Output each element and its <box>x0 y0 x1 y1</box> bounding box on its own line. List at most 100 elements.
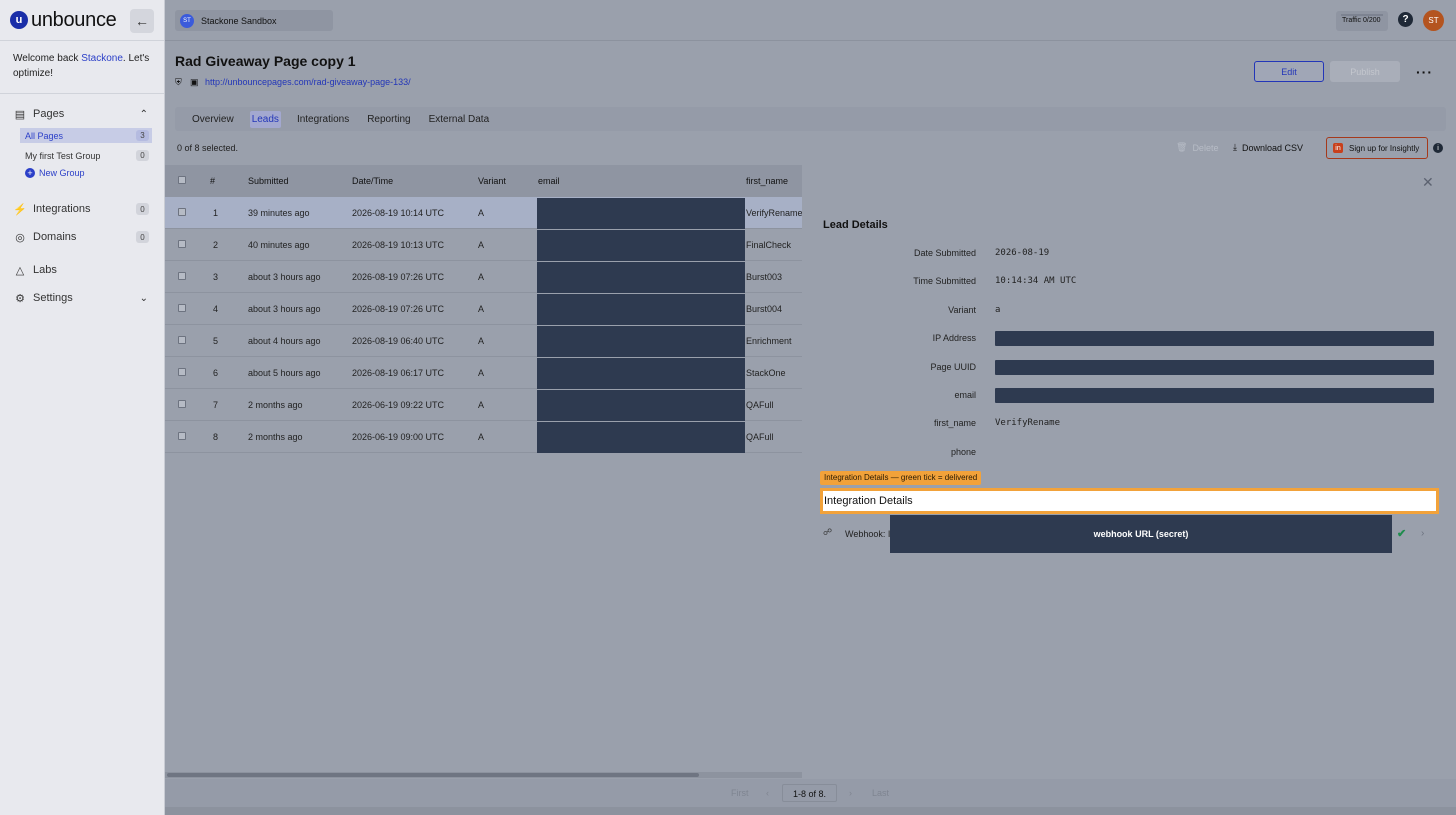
row-checkbox[interactable] <box>178 304 186 312</box>
next-page-button[interactable]: › <box>849 788 852 798</box>
chevron-right-icon[interactable]: › <box>1421 528 1424 539</box>
email-redacted <box>537 422 745 453</box>
row-first-name: Burst004 <box>746 304 783 314</box>
row-variant: A <box>478 336 485 346</box>
welcome-name: Stackone <box>81 53 123 64</box>
first-page-button[interactable]: First <box>731 788 749 798</box>
new-group-button[interactable]: + New Group <box>25 166 164 180</box>
horizontal-scrollbar[interactable] <box>165 772 802 778</box>
more-options-icon[interactable]: ··· <box>1416 64 1433 80</box>
sidebar-item-labs[interactable]: △ Labs <box>0 256 164 284</box>
traffic-label: Traffic <box>1342 17 1362 24</box>
help-icon[interactable]: ? <box>1398 12 1413 27</box>
sidebar-item-pages[interactable]: ▤ Pages ⌃ <box>0 100 164 128</box>
lead-field: Time Submitted 10:14:34 AM UTC <box>823 274 1434 289</box>
tab-integrations[interactable]: Integrations <box>295 111 351 128</box>
lead-field-label: Time Submitted <box>913 276 976 286</box>
scrollbar-thumb[interactable] <box>167 773 699 777</box>
group-label: All Pages <box>25 130 64 141</box>
lead-field-value: a <box>995 305 1001 315</box>
lead-field-redacted <box>995 388 1434 403</box>
email-redacted <box>537 262 745 293</box>
tab-leads[interactable]: Leads <box>249 110 281 128</box>
table-row[interactable]: 6 about 5 hours ago 2026-08-19 06:17 UTC A S… <box>165 357 802 389</box>
pages-icon: ▤ <box>14 108 26 121</box>
page-range: 1-8 of 8. <box>782 784 837 802</box>
row-datetime: 2026-08-19 06:40 UTC <box>352 336 445 346</box>
globe-icon: ◎ <box>15 231 25 244</box>
col-email[interactable]: email <box>538 165 560 197</box>
insightly-signup-button[interactable]: in Sign up for Insightly <box>1326 137 1428 159</box>
workspace-switcher[interactable]: ST Stackone Sandbox <box>175 10 333 31</box>
integration-details-heading: Integration Details <box>820 488 1439 514</box>
table-row[interactable]: 4 about 3 hours ago 2026-08-19 07:26 UTC A B… <box>165 293 802 325</box>
row-submitted: about 4 hours ago <box>248 336 321 346</box>
lead-field-value: VerifyRename <box>995 418 1061 428</box>
table-row[interactable]: 2 40 minutes ago 2026-08-19 10:13 UTC A Fina… <box>165 229 802 261</box>
download-csv-button[interactable]: ⤓ Download CSV <box>1233 142 1303 153</box>
new-group-label: New Group <box>39 168 85 178</box>
welcome-prefix: Welcome back <box>13 53 82 64</box>
tab-reporting[interactable]: Reporting <box>365 111 412 128</box>
info-icon[interactable]: i <box>1433 143 1443 153</box>
lead-field: IP Address <box>823 331 1434 346</box>
prev-page-button[interactable]: ‹ <box>766 788 769 798</box>
row-checkbox[interactable] <box>178 208 186 216</box>
table-row[interactable]: 3 about 3 hours ago 2026-08-19 07:26 UTC A B… <box>165 261 802 293</box>
publish-button[interactable]: Publish <box>1330 61 1400 82</box>
row-datetime: 2026-08-19 10:13 UTC <box>352 240 445 250</box>
table-row[interactable]: 1 39 minutes ago 2026-08-19 10:14 UTC A Veri… <box>165 197 802 229</box>
lead-field-label: IP Address <box>932 333 976 343</box>
page-title: Rad Giveaway Page copy 1 <box>175 53 356 69</box>
table-row[interactable]: 8 2 months ago 2026-06-19 09:00 UTC A QAFull <box>165 421 802 453</box>
lead-field: Page UUID <box>823 360 1434 375</box>
col-variant[interactable]: Variant <box>478 165 506 197</box>
row-checkbox[interactable] <box>178 400 186 408</box>
tab-overview[interactable]: Overview <box>190 111 236 128</box>
sidebar-item-label: Labs <box>33 264 57 276</box>
close-icon[interactable]: ✕ <box>1422 174 1434 191</box>
insightly-icon: in <box>1333 143 1343 153</box>
logo-row: u unbounce ← <box>0 0 164 41</box>
page-url-link[interactable]: http://unbouncepages.com/rad-giveaway-pa… <box>205 77 411 87</box>
row-checkbox[interactable] <box>178 272 186 280</box>
col-submitted[interactable]: Submitted <box>248 165 289 197</box>
row-variant: A <box>478 304 485 314</box>
col-first-name[interactable]: first_name <box>746 165 788 197</box>
sidebar-item-settings[interactable]: ⚙ Settings ⌄ <box>0 284 164 312</box>
table-row[interactable]: 5 about 4 hours ago 2026-08-19 06:40 UTC A E… <box>165 325 802 357</box>
col-number[interactable]: # <box>210 165 215 197</box>
traffic-meter[interactable]: Traffic 0/200 <box>1336 11 1388 31</box>
lead-field-label: Variant <box>948 305 976 315</box>
row-checkbox[interactable] <box>178 432 186 440</box>
table-row[interactable]: 7 2 months ago 2026-06-19 09:22 UTC A QAFull <box>165 389 802 421</box>
row-checkbox[interactable] <box>178 240 186 248</box>
insightly-label: Sign up for Insightly <box>1349 143 1420 153</box>
lead-field-redacted <box>995 331 1434 346</box>
row-number: 4 <box>213 304 219 314</box>
delete-label: Delete <box>1192 142 1219 153</box>
sidebar-item-integrations[interactable]: ⚡ Integrations 0 <box>0 195 164 223</box>
collapse-sidebar-button[interactable]: ← <box>130 9 154 33</box>
delete-button[interactable]: 🗑 Delete <box>1176 142 1218 153</box>
row-submitted: about 3 hours ago <box>248 272 321 282</box>
sidebar-item-domains[interactable]: ◎ Domains 0 <box>0 223 164 251</box>
col-datetime[interactable]: Date/Time <box>352 165 393 197</box>
row-number: 1 <box>213 208 219 218</box>
edit-button[interactable]: Edit <box>1254 61 1324 82</box>
sidebar-group-all-pages[interactable]: All Pages 3 <box>20 128 152 143</box>
row-checkbox[interactable] <box>178 368 186 376</box>
user-avatar[interactable]: ST <box>1423 10 1444 31</box>
sidebar-item-label: Domains <box>33 231 77 243</box>
row-datetime: 2026-08-19 07:26 UTC <box>352 304 445 314</box>
last-page-button[interactable]: Last <box>872 788 889 798</box>
email-redacted <box>537 198 745 229</box>
select-all-checkbox[interactable] <box>178 176 186 184</box>
integration-title: Integration Details <box>824 495 913 507</box>
tab-external-data[interactable]: External Data <box>427 111 492 128</box>
row-checkbox[interactable] <box>178 336 186 344</box>
bottom-strip <box>165 807 1456 815</box>
traffic-bar <box>1341 14 1383 16</box>
sidebar-group-test[interactable]: My first Test Group 0 <box>20 148 152 163</box>
row-number: 3 <box>213 272 219 282</box>
